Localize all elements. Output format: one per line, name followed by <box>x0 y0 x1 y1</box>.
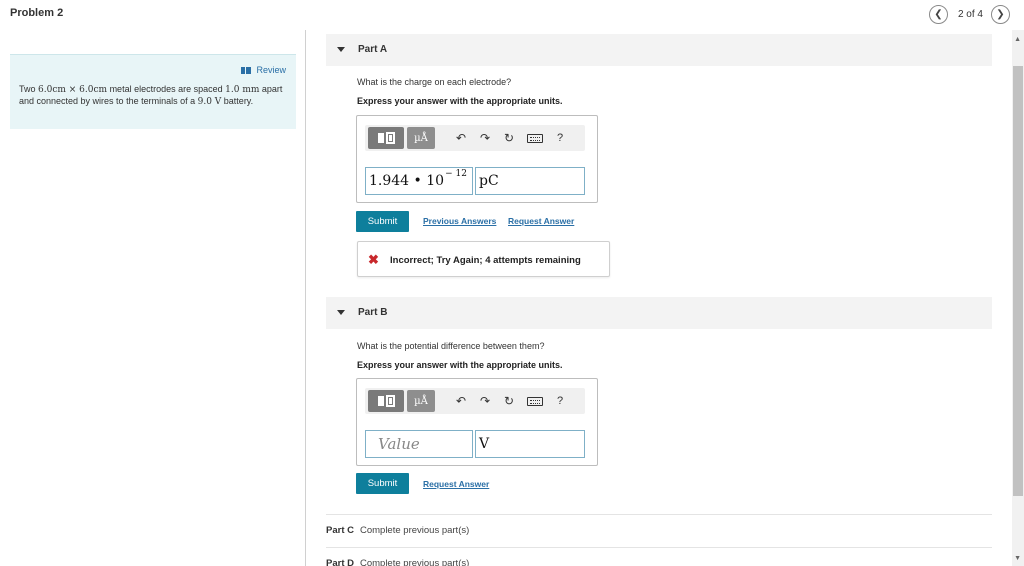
undo-icon[interactable]: ↶ <box>449 131 473 145</box>
problem-statement: Two 6.0cm × 6.0cm metal electrodes are s… <box>19 84 283 107</box>
value-input[interactable]: Value <box>365 430 473 458</box>
redo-icon[interactable]: ↷ <box>473 394 497 408</box>
review-label: Review <box>256 65 286 75</box>
feedback-box: ✖ Incorrect; Try Again; 4 attempts remai… <box>357 241 610 277</box>
part-b-header[interactable]: Part B <box>326 297 992 329</box>
math-toolbar: µÅ ↶ ↷ ↻ ? <box>365 388 585 414</box>
part-b-question: What is the potential difference between… <box>357 341 545 351</box>
templates-button[interactable] <box>368 390 404 412</box>
value-input[interactable]: 1.944 • 10− 12 <box>365 167 473 195</box>
part-b-request-answer-link[interactable]: Request Answer <box>423 479 489 489</box>
pager-text: 2 of 4 <box>957 9 983 20</box>
collapse-triangle-icon[interactable] <box>337 310 345 315</box>
templates-button[interactable] <box>368 127 404 149</box>
review-link[interactable]: Review <box>241 65 286 75</box>
keyboard-icon[interactable] <box>527 396 543 406</box>
units-button[interactable]: µÅ <box>407 127 435 149</box>
scroll-down-icon[interactable]: ▼ <box>1014 555 1021 562</box>
feedback-text: Incorrect; Try Again; 4 attempts remaini… <box>390 255 581 266</box>
redo-icon[interactable]: ↷ <box>473 131 497 145</box>
part-a-header[interactable]: Part A <box>326 34 992 66</box>
help-button[interactable]: ? <box>557 132 563 144</box>
problem-title: Problem 2 <box>10 7 64 19</box>
part-b-instruction: Express your answer with the appropriate… <box>357 360 563 370</box>
unit-input[interactable]: pC <box>475 167 585 195</box>
panel-divider <box>305 30 306 566</box>
scroll-up-icon[interactable]: ▲ <box>1014 36 1021 43</box>
top-bar: Problem 2 ❮ 2 of 4 ❯ <box>0 0 1024 30</box>
part-a-question: What is the charge on each electrode? <box>357 77 512 87</box>
collapse-triangle-icon[interactable] <box>337 47 345 52</box>
part-b-answer-box: µÅ ↶ ↷ ↻ ? Value V <box>356 378 598 466</box>
part-b-title: Part B <box>358 307 388 318</box>
undo-icon[interactable]: ↶ <box>449 394 473 408</box>
problem-panel: Review Two 6.0cm × 6.0cm metal electrode… <box>10 54 296 129</box>
incorrect-icon: ✖ <box>368 252 379 267</box>
math-toolbar: µÅ ↶ ↷ ↻ ? <box>365 125 585 151</box>
help-button[interactable]: ? <box>557 395 563 407</box>
reset-icon[interactable]: ↻ <box>497 131 521 145</box>
part-a-instruction: Express your answer with the appropriate… <box>357 96 563 106</box>
previous-answers-link[interactable]: Previous Answers <box>423 216 496 226</box>
part-a-request-answer-link[interactable]: Request Answer <box>508 216 574 226</box>
book-icon <box>241 66 252 74</box>
part-b-submit-button[interactable]: Submit <box>356 473 409 494</box>
unit-input[interactable]: V <box>475 430 585 458</box>
separator <box>326 514 992 515</box>
units-button[interactable]: µÅ <box>407 390 435 412</box>
part-a-title: Part A <box>358 44 388 55</box>
part-a-answer-box: µÅ ↶ ↷ ↻ ? 1.944 • 10− 12 pC <box>356 115 598 203</box>
pager: ❮ 2 of 4 ❯ <box>928 5 1010 24</box>
part-d-row: Part D Complete previous part(s) <box>326 558 470 566</box>
reset-icon[interactable]: ↻ <box>497 394 521 408</box>
part-c-row: Part C Complete previous part(s) <box>326 525 470 536</box>
keyboard-icon[interactable] <box>527 133 543 143</box>
chevron-left-icon[interactable]: ❮ <box>928 5 948 24</box>
part-a-submit-button[interactable]: Submit <box>356 211 409 232</box>
separator <box>326 547 992 548</box>
scrollbar-thumb[interactable] <box>1013 66 1023 496</box>
chevron-right-icon[interactable]: ❯ <box>991 5 1010 24</box>
